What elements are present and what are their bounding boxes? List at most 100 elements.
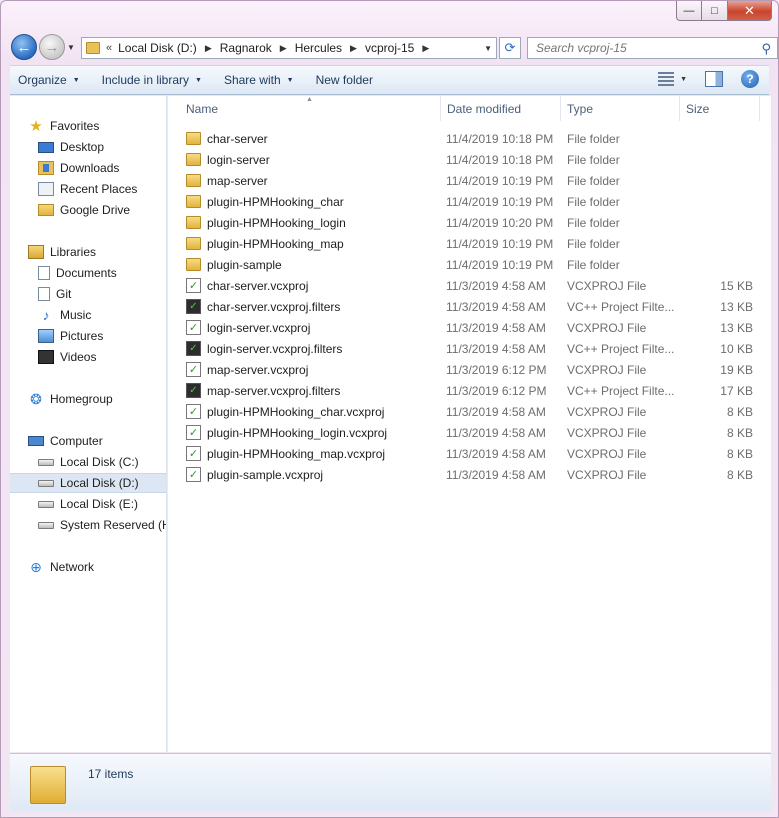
star-icon: ★	[29, 118, 43, 135]
file-row[interactable]: plugin-HPMHooking_map 11/4/2019 10:19 PM F…	[168, 233, 771, 254]
sidebar-item-videos[interactable]: Videos	[10, 347, 166, 367]
file-row[interactable]: ✓ login-server.vcxproj.filters 11/3/2019 4…	[168, 338, 771, 359]
search-input[interactable]	[536, 41, 736, 55]
recent-pages-dropdown[interactable]: ▼	[67, 43, 75, 52]
file-name: plugin-HPMHooking_map.vcxproj	[207, 446, 386, 461]
file-row[interactable]: ✓ map-server.vcxproj.filters 11/3/2019 6:1…	[168, 380, 771, 401]
search-icon[interactable]: ⚲	[761, 41, 771, 57]
breadcrumb-overflow-chevron[interactable]: «	[106, 42, 112, 54]
sidebar-item-label: Recent Places	[60, 182, 138, 196]
file-row[interactable]: plugin-HPMHooking_char 11/4/2019 10:19 PM…	[168, 191, 771, 212]
column-header-date-modified[interactable]: Date modified	[441, 96, 561, 121]
file-size: 13 KB	[720, 299, 753, 314]
sidebar-item-music[interactable]: ♪ Music	[10, 305, 166, 325]
search-box[interactable]: ⚲	[527, 37, 778, 59]
sidebar-item-label: Google Drive	[60, 203, 131, 217]
drive-icon	[38, 458, 54, 466]
column-headers: ▲ Name Date modified Type Size	[168, 96, 771, 121]
column-header-name[interactable]: Name	[180, 96, 441, 121]
sidebar-item-local-disk-e[interactable]: Local Disk (E:)	[10, 494, 166, 514]
file-name-cell: ✓ char-server.vcxproj	[186, 275, 441, 296]
file-date-modified: 11/3/2019 4:58 AM	[446, 425, 546, 440]
maximize-button[interactable]: □	[702, 1, 728, 21]
desktop-icon	[38, 141, 54, 153]
file-type: File folder	[567, 215, 620, 230]
breadcrumb-vcproj-15[interactable]: vcproj-15 ▶	[365, 41, 437, 55]
sidebar-item-favorites[interactable]: ★ Favorites	[10, 116, 166, 136]
navigation-bar: ← → ▼ « Local Disk (D:) ▶ Ragnarok ▶ Her…	[9, 33, 778, 61]
file-name: login-server.vcxproj	[207, 320, 311, 335]
folder-icon	[186, 258, 201, 271]
sidebar-item-git[interactable]: Git	[10, 284, 166, 304]
file-row[interactable]: ✓ map-server.vcxproj 11/3/2019 6:12 PM VCXP…	[168, 359, 771, 380]
share-with-button[interactable]: Share with ▼	[216, 66, 302, 94]
file-name-cell: plugin-HPMHooking_char	[186, 191, 441, 212]
refresh-button[interactable]: ⟳	[499, 37, 521, 59]
file-row[interactable]: char-server 11/4/2019 10:18 PM File folder	[168, 128, 771, 149]
folder-icon	[186, 153, 201, 166]
breadcrumb-separator-icon[interactable]: ▶	[422, 43, 429, 54]
sidebar-item-local-disk-d[interactable]: Local Disk (D:)	[10, 473, 166, 493]
breadcrumb-hercules[interactable]: Hercules ▶	[295, 41, 365, 55]
details-pane: 17 items	[10, 753, 771, 811]
forward-button[interactable]: →	[39, 34, 65, 60]
file-row[interactable]: map-server 11/4/2019 10:19 PM File folder	[168, 170, 771, 191]
sidebar-item-network[interactable]: ⊕ Network	[10, 557, 166, 577]
file-size: 19 KB	[720, 362, 753, 377]
sidebar-item-libraries[interactable]: Libraries	[10, 242, 166, 262]
sidebar-item-pictures[interactable]: Pictures	[10, 326, 166, 346]
change-view-icon[interactable]	[658, 72, 675, 86]
file-row[interactable]: ✓ plugin-HPMHooking_login.vcxproj 11/3/201…	[168, 422, 771, 443]
file-row[interactable]: ✓ plugin-HPMHooking_map.vcxproj 11/3/2019 …	[168, 443, 771, 464]
breadcrumb-ragnarok[interactable]: Ragnarok ▶	[220, 41, 295, 55]
sidebar-item-recent-places[interactable]: Recent Places	[10, 179, 166, 199]
file-row[interactable]: ✓ plugin-sample.vcxproj 11/3/2019 4:58 AM V…	[168, 464, 771, 485]
include-in-library-button[interactable]: Include in library ▼	[94, 66, 210, 94]
file-row[interactable]: ✓ login-server.vcxproj 11/3/2019 4:58 AM VC…	[168, 317, 771, 338]
breadcrumb-label: Local Disk (D:)	[118, 41, 197, 55]
file-row[interactable]: ✓ char-server.vcxproj 11/3/2019 4:58 AM VCX…	[168, 275, 771, 296]
file-row[interactable]: plugin-HPMHooking_login 11/4/2019 10:20 P…	[168, 212, 771, 233]
sidebar-item-computer[interactable]: Computer	[10, 431, 166, 451]
file-name: login-server	[207, 152, 270, 167]
new-folder-button[interactable]: New folder	[308, 66, 381, 94]
drive-icon	[38, 500, 54, 508]
sidebar-item-downloads[interactable]: Downloads	[10, 158, 166, 178]
sidebar-item-desktop[interactable]: Desktop	[10, 137, 166, 157]
breadcrumb-separator-icon[interactable]: ▶	[280, 43, 287, 54]
file-name: char-server.vcxproj	[207, 278, 309, 293]
minimize-button[interactable]: —	[676, 1, 702, 21]
filters-icon: ✓	[186, 341, 201, 356]
file-name: map-server	[207, 173, 268, 188]
chevron-down-icon: ▼	[286, 76, 294, 84]
breadcrumb-separator-icon[interactable]: ▶	[205, 43, 212, 54]
file-type: File folder	[567, 257, 620, 272]
view-options-dropdown[interactable]: ▼	[680, 76, 687, 83]
sidebar-item-label: Desktop	[60, 140, 105, 154]
close-button[interactable]: ✕	[728, 1, 772, 21]
sidebar-item-homegroup[interactable]: ❂ Homegroup	[10, 389, 166, 409]
file-row[interactable]: ✓ plugin-HPMHooking_char.vcxproj 11/3/2019…	[168, 401, 771, 422]
file-row[interactable]: login-server 11/4/2019 10:18 PM File folde…	[168, 149, 771, 170]
file-row[interactable]: ✓ char-server.vcxproj.filters 11/3/2019 4:…	[168, 296, 771, 317]
sidebar-item-documents[interactable]: Documents	[10, 263, 166, 283]
address-history-dropdown[interactable]: ▼	[484, 44, 492, 53]
column-header-type[interactable]: Type	[561, 96, 680, 121]
column-header-size[interactable]: Size	[680, 96, 760, 121]
address-bar[interactable]: « Local Disk (D:) ▶ Ragnarok ▶ Hercules …	[81, 37, 497, 59]
preview-pane-icon[interactable]	[705, 71, 723, 87]
homegroup-icon: ❂	[30, 390, 42, 407]
file-row[interactable]: plugin-sample 11/4/2019 10:19 PM File fold…	[168, 254, 771, 275]
breadcrumb-separator-icon[interactable]: ▶	[350, 43, 357, 54]
file-name-cell: plugin-sample	[186, 254, 441, 275]
sidebar-item-local-disk-c[interactable]: Local Disk (C:)	[10, 452, 166, 472]
breadcrumb-local-disk-d[interactable]: Local Disk (D:) ▶	[118, 41, 220, 55]
sidebar-item-system-reserved-h[interactable]: System Reserved (H:	[10, 515, 166, 535]
sidebar-item-google-drive[interactable]: Google Drive	[10, 200, 166, 220]
organize-button[interactable]: Organize ▼	[10, 66, 88, 94]
help-icon[interactable]: ?	[741, 70, 759, 88]
back-button[interactable]: ←	[11, 34, 37, 60]
file-size	[680, 170, 753, 191]
file-name-cell: login-server	[186, 149, 441, 170]
file-name-cell: ✓ map-server.vcxproj	[186, 359, 441, 380]
